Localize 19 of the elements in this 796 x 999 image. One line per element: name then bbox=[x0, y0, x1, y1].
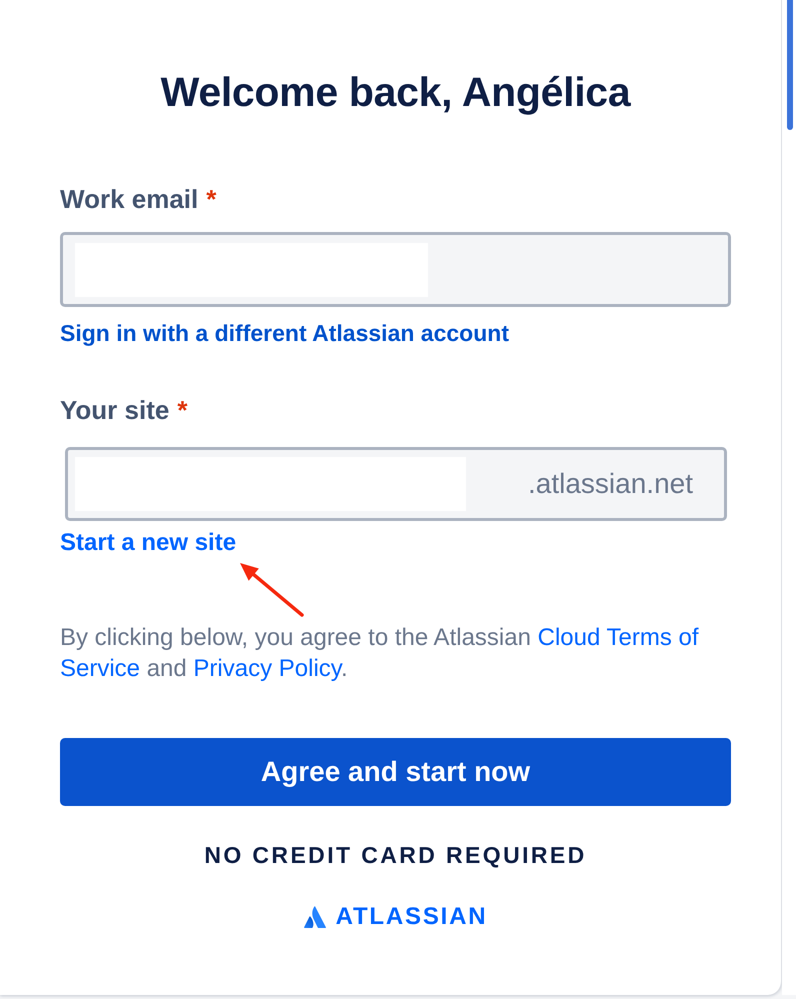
required-asterisk: * bbox=[177, 395, 188, 425]
new-site-link[interactable]: Start a new site bbox=[60, 529, 236, 557]
site-field[interactable]: .atlassian.net bbox=[65, 447, 727, 521]
no-card-note: NO CREDIT CARD REQUIRED bbox=[203, 841, 588, 870]
submit-button[interactable]: Agree and start now bbox=[60, 738, 731, 806]
domain-suffix: .atlassian.net bbox=[528, 467, 693, 501]
field-label: Work email bbox=[60, 184, 198, 214]
terms-link[interactable]: Cloud Terms of bbox=[538, 624, 699, 651]
required-asterisk: * bbox=[206, 184, 216, 214]
terms-link[interactable]: Service bbox=[60, 655, 140, 682]
field-label: Your site bbox=[60, 395, 170, 425]
terms-text: By clicking below, you agree to the Atlassian Cloud Terms of Service and Privacy Policy. bbox=[60, 623, 700, 684]
triangle-logo-icon bbox=[304, 906, 326, 928]
email-field[interactable] bbox=[60, 232, 731, 307]
terms-link[interactable]: Privacy Policy bbox=[193, 655, 342, 682]
page-title: Welcome back, Angélica bbox=[160, 68, 632, 116]
logo-wordmark: ATLASSIAN bbox=[336, 902, 488, 932]
switch-account-link[interactable]: Sign in with a different Atlassian account bbox=[60, 319, 509, 347]
scrollbar-thumb[interactable] bbox=[787, 0, 793, 130]
